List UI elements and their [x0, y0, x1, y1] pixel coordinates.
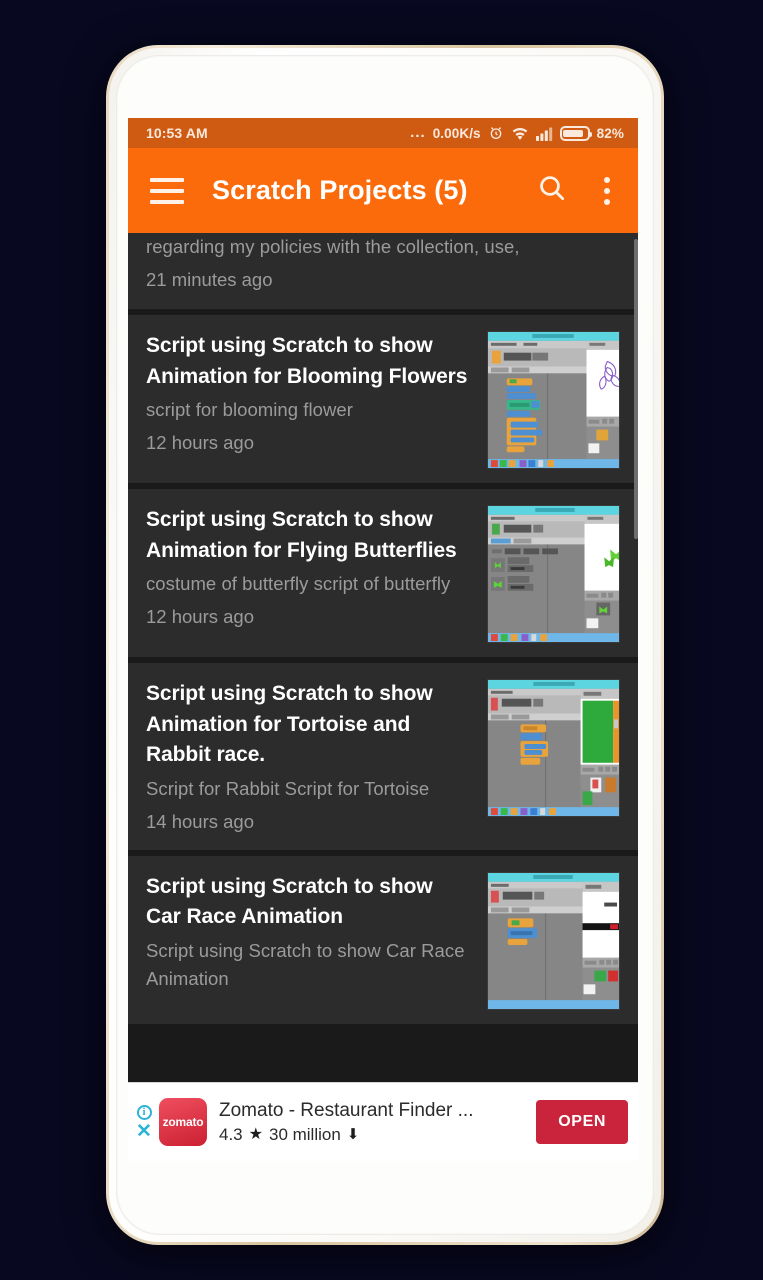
list-item[interactable]: Script using Scratch to show Animation f… [128, 315, 638, 483]
list-item-title: Script using Scratch to show Animation f… [146, 508, 457, 562]
app-bar-actions [536, 172, 618, 209]
list-item-timestamp: 12 hours ago [146, 432, 255, 453]
projects-list[interactable]: regarding my policies with the collectio… [128, 233, 638, 1161]
list-item-text: Script using Scratch to show Animation f… [146, 679, 473, 836]
screenshot-scene: 10:53 AM ... 0.00K/s 82% Scratch Project… [0, 0, 763, 1280]
phone-screen: 10:53 AM ... 0.00K/s 82% Scratch Project… [128, 118, 638, 1161]
scratch-tortoise-rabbit-thumbnail [487, 679, 620, 817]
status-bar: 10:53 AM ... 0.00K/s 82% [128, 118, 638, 148]
search-icon[interactable] [536, 172, 568, 209]
ad-open-button[interactable]: OPEN [536, 1100, 628, 1144]
signal-bars-icon [535, 126, 553, 141]
star-icon: ★ [248, 1125, 263, 1143]
network-speed-label: 0.00K/s [432, 125, 481, 141]
list-item-description: costume of butterfly script of butterfly [146, 573, 451, 594]
list-item[interactable]: Script using Scratch to show Animation f… [128, 489, 638, 657]
list-item-text: Script using Scratch to show Animation f… [146, 505, 473, 643]
list-item-title: Script using Scratch to show Animation f… [146, 682, 433, 766]
list-item[interactable]: regarding my policies with the collectio… [128, 233, 638, 309]
ad-installs: 30 million [268, 1124, 341, 1144]
list-item-title: Script using Scratch to show Animation f… [146, 334, 468, 388]
ad-banner[interactable]: i ✕ zomato Zomato - Restaurant Finder ..… [128, 1082, 638, 1161]
ad-rating: 4.3 [219, 1124, 243, 1144]
list-item-text: Script using Scratch to show Car Race An… [146, 872, 473, 1010]
ad-controls: i ✕ [133, 1104, 155, 1141]
list-item-text: Script using Scratch to show Animation f… [146, 331, 473, 469]
app-bar: Scratch Projects (5) [128, 148, 638, 233]
list-item[interactable]: Script using Scratch to show Animation f… [128, 663, 638, 850]
download-icon: ⬇ [346, 1125, 360, 1143]
hamburger-menu-icon[interactable] [150, 177, 184, 204]
list-item-timestamp: 14 hours ago [146, 810, 255, 832]
battery-icon [559, 125, 592, 141]
scratch-blooming-flowers-thumbnail [487, 331, 620, 469]
status-bar-time: 10:53 AM [146, 125, 208, 141]
status-overflow-dots-icon: ... [410, 124, 426, 141]
list-scrollbar-thumb[interactable] [634, 239, 638, 539]
status-bar-indicators: ... 0.00K/s 82% [410, 125, 624, 141]
scratch-flying-butterflies-thumbnail [487, 505, 620, 643]
list-scrollbar[interactable] [634, 233, 638, 1161]
list-item-timestamp: 21 minutes ago [146, 269, 273, 290]
list-item-title: Script using Scratch to show Car Race An… [146, 874, 433, 929]
scratch-car-race-thumbnail [487, 871, 620, 1010]
list-item-description: script for blooming flower [146, 399, 353, 420]
ad-meta: 4.3 ★ 30 million ⬇ [219, 1124, 526, 1146]
ad-info-icon[interactable]: i [136, 1104, 152, 1120]
list-item-description: regarding my policies with the collectio… [146, 236, 520, 257]
ad-app-icon: zomato [159, 1098, 207, 1146]
alarm-icon [488, 125, 504, 141]
ad-title: Zomato - Restaurant Finder ... [219, 1099, 474, 1121]
page-title: Scratch Projects (5) [212, 175, 468, 205]
ad-body: Zomato - Restaurant Finder ... 4.3 ★ 30 … [219, 1099, 526, 1146]
list-item[interactable]: Script using Scratch to show Car Race An… [128, 855, 638, 1024]
list-item-description: Script using Scratch to show Car Race An… [146, 939, 465, 989]
wifi-icon [511, 126, 529, 141]
list-item-timestamp: 12 hours ago [146, 606, 255, 627]
list-item-description: Script for Rabbit Script for Tortoise [146, 777, 430, 799]
ad-close-icon[interactable]: ✕ [136, 1122, 152, 1141]
battery-percent-label: 82% [596, 125, 624, 141]
more-vertical-icon[interactable] [596, 175, 618, 207]
